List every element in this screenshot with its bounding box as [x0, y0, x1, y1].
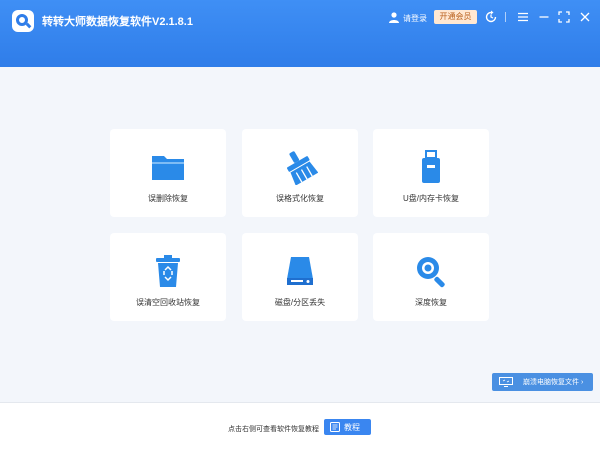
maximize-icon[interactable] [557, 10, 571, 24]
folder-icon [152, 156, 184, 180]
magnifier-icon [417, 257, 445, 288]
login-link[interactable]: 请登录 [403, 13, 427, 24]
broom-icon [286, 151, 318, 185]
title-bar: 转转大师数据恢复软件V2.1.8.1 请登录 开通会员 [0, 0, 600, 67]
card-deleted-recovery[interactable]: 误删除恢复 [110, 129, 226, 217]
menu-icon[interactable] [516, 10, 530, 24]
vip-button[interactable]: 开通会员 [434, 10, 477, 24]
card-recycle-bin-recovery[interactable]: 误清空回收站恢复 [110, 233, 226, 321]
card-label: 磁盘/分区丢失 [274, 298, 326, 307]
disk-icon [287, 257, 313, 285]
card-format-recovery[interactable]: 误格式化恢复 [242, 129, 358, 217]
refresh-icon[interactable] [484, 10, 498, 24]
book-icon [330, 422, 340, 432]
minimize-icon[interactable] [537, 10, 551, 24]
card-disk-partition-recovery[interactable]: 磁盘/分区丢失 [242, 233, 358, 321]
crash-recovery-label: 崩溃电脑恢复文件 › [523, 379, 584, 386]
footer-bar: 点击右侧可查看软件恢复教程 教程 [0, 402, 600, 450]
card-usb-recovery[interactable]: U盘/内存卡恢复 [373, 129, 489, 217]
recycle-bin-icon [156, 255, 180, 287]
close-icon[interactable] [578, 10, 592, 24]
crash-recovery-button[interactable]: 崩溃电脑恢复文件 › [492, 373, 593, 391]
card-label: U盘/内存卡恢复 [403, 194, 459, 203]
header-separator [505, 12, 506, 22]
card-deep-recovery[interactable]: 深度恢复 [373, 233, 489, 321]
card-label: 深度恢复 [415, 298, 447, 307]
app-title: 转转大师数据恢复软件V2.1.8.1 [42, 16, 193, 28]
app-logo-icon [12, 10, 34, 32]
monitor-icon [499, 377, 513, 387]
tutorial-button[interactable]: 教程 [324, 419, 371, 435]
tutorial-hint: 点击右侧可查看软件恢复教程 [228, 426, 319, 433]
card-label: 误格式化恢复 [276, 194, 324, 203]
tutorial-label: 教程 [344, 423, 360, 432]
usb-drive-icon [422, 150, 440, 183]
card-label: 误清空回收站恢复 [136, 298, 200, 307]
card-label: 误删除恢复 [148, 194, 188, 203]
user-icon[interactable] [388, 11, 400, 23]
